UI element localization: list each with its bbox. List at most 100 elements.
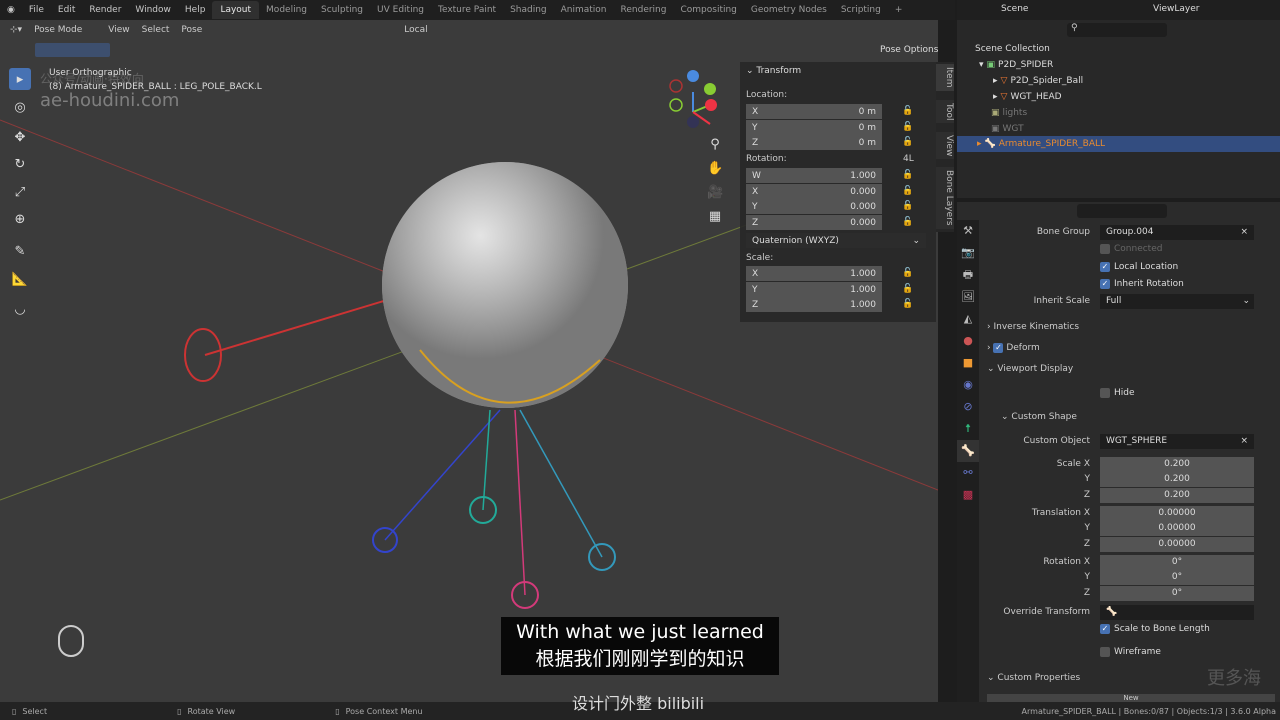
annotate-tool-icon[interactable]: ✎: [9, 240, 31, 262]
lock-icon[interactable]: 🔓: [902, 299, 913, 309]
outliner-lights[interactable]: ▣ lights: [957, 105, 1280, 121]
menu-help[interactable]: Help: [178, 5, 213, 15]
menu-render[interactable]: Render: [82, 5, 128, 15]
grid-icon[interactable]: ▦: [707, 205, 723, 229]
tab-animation[interactable]: Animation: [554, 5, 614, 15]
tab-item[interactable]: Item: [936, 64, 954, 91]
tool-tab-icon[interactable]: ⚒: [957, 220, 979, 242]
lock-icon[interactable]: 🔓: [902, 217, 913, 227]
custom-rotation-x-field[interactable]: 0°: [1100, 555, 1254, 570]
tab-rendering[interactable]: Rendering: [614, 5, 674, 15]
transform-header[interactable]: ⌄ Transform: [746, 66, 801, 76]
inherit-rotation-checkbox[interactable]: ✓ Inherit Rotation: [1100, 279, 1184, 289]
scale-y-field[interactable]: Y 1.000: [746, 282, 882, 297]
pose-options-dropdown[interactable]: Pose Options: [880, 45, 938, 55]
location-x-field[interactable]: X 0 m: [746, 104, 882, 119]
properties-search-input[interactable]: [1077, 204, 1167, 218]
tab-sculpting[interactable]: Sculpting: [314, 5, 370, 15]
hide-checkbox[interactable]: Hide: [1100, 388, 1135, 398]
object-tab-icon[interactable]: ■: [957, 352, 979, 374]
tab-compositing[interactable]: Compositing: [673, 5, 743, 15]
world-tab-icon[interactable]: ●: [957, 330, 979, 352]
override-transform-field[interactable]: 🦴: [1100, 605, 1254, 620]
lock-icon[interactable]: 🔓: [902, 284, 913, 294]
tab-uv-editing[interactable]: UV Editing: [370, 5, 431, 15]
blender-logo-icon[interactable]: ◉: [0, 5, 22, 15]
tab-tool[interactable]: Tool: [936, 100, 954, 124]
physics-tab-icon[interactable]: ◉: [957, 374, 979, 396]
menu-pose[interactable]: Pose: [181, 25, 202, 35]
new-property-button[interactable]: New: [987, 694, 1275, 702]
scene-field[interactable]: Scene: [1001, 4, 1028, 14]
lock-icon[interactable]: 🔓: [902, 122, 913, 132]
select-box-tool-icon[interactable]: ▸: [9, 68, 31, 90]
custom-scale-x-field[interactable]: 0.200: [1100, 457, 1254, 472]
lock-icon[interactable]: 🔓: [902, 170, 913, 180]
mode-dropdown[interactable]: Pose Mode: [34, 25, 82, 35]
transform-tool-icon[interactable]: ⊕: [9, 208, 31, 230]
viewport-display-panel[interactable]: ⌄ Viewport Display: [987, 364, 1073, 374]
custom-scale-y-field[interactable]: 0.200: [1100, 472, 1254, 487]
move-tool-icon[interactable]: ✥: [9, 126, 31, 148]
menu-edit[interactable]: Edit: [51, 5, 82, 15]
menu-select[interactable]: Select: [142, 25, 170, 35]
view-layer-field[interactable]: ViewLayer: [1153, 4, 1199, 14]
output-tab-icon[interactable]: 🖶: [957, 264, 979, 286]
cursor-tool-icon[interactable]: ◎: [9, 96, 31, 118]
tab-texture-paint[interactable]: Texture Paint: [431, 5, 503, 15]
rotate-tool-icon[interactable]: ↻: [9, 153, 31, 175]
rotation-mode-dropdown[interactable]: Quaternion (WXYZ) ⌄: [746, 233, 926, 248]
local-location-checkbox[interactable]: ✓ Local Location: [1100, 262, 1178, 272]
orientation-dropdown[interactable]: Local: [404, 25, 427, 35]
outliner-p2d-spider[interactable]: ▾ ▣ P2D_SPIDER: [957, 57, 1280, 73]
menu-file[interactable]: File: [22, 5, 51, 15]
wireframe-checkbox[interactable]: Wireframe: [1100, 647, 1161, 657]
bone-tab-icon[interactable]: 🦴: [957, 440, 979, 462]
clear-icon[interactable]: ×: [1240, 434, 1254, 449]
tab-bone-layers[interactable]: Bone Layers: [936, 167, 954, 229]
translation-y-field[interactable]: 0.00000: [1100, 521, 1254, 536]
custom-shape-panel[interactable]: ⌄ Custom Shape: [1001, 412, 1077, 422]
rotation-z-field[interactable]: Z 0.000: [746, 215, 882, 230]
custom-rotation-y-field[interactable]: 0°: [1100, 570, 1254, 585]
constraints-tab-icon[interactable]: ⊘: [957, 396, 979, 418]
translation-x-field[interactable]: 0.00000: [1100, 506, 1254, 521]
tab-geometry-nodes[interactable]: Geometry Nodes: [744, 5, 834, 15]
measure-tool-icon[interactable]: 📐: [9, 268, 31, 290]
outliner-wgt-head[interactable]: ▸ ▽ WGT_HEAD: [957, 89, 1280, 105]
inverse-kinematics-panel[interactable]: › Inverse Kinematics: [987, 322, 1079, 332]
outliner-p2d-spider-ball[interactable]: ▸ ▽ P2D_Spider_Ball: [957, 73, 1280, 89]
tab-scripting[interactable]: Scripting: [834, 5, 888, 15]
editor-type-icon[interactable]: ⊹▾: [10, 25, 22, 35]
rotation-lock-4l[interactable]: 4L: [903, 154, 914, 164]
tab-view[interactable]: View: [936, 132, 954, 160]
scene-tab-icon[interactable]: ◭: [957, 308, 979, 330]
bone-constraint-tab-icon[interactable]: ⚯: [957, 462, 979, 484]
camera-icon[interactable]: 🎥: [707, 181, 723, 205]
custom-object-field[interactable]: WGT_SPHERE ×: [1100, 434, 1254, 449]
outliner-armature-spider-ball[interactable]: ▸ 🦴 Armature_SPIDER_BALL: [957, 136, 1280, 152]
rotation-y-field[interactable]: Y 0.000: [746, 199, 882, 214]
outliner-wgt[interactable]: ▣ WGT: [957, 121, 1280, 137]
location-z-field[interactable]: Z 0 m: [746, 135, 882, 150]
tab-layout[interactable]: Layout: [212, 1, 260, 19]
lock-icon[interactable]: 🔓: [902, 106, 913, 116]
scale-z-field[interactable]: Z 1.000: [746, 297, 882, 312]
lock-icon[interactable]: 🔓: [902, 186, 913, 196]
selection-mode-buttons[interactable]: [35, 43, 110, 57]
tab-shading[interactable]: Shading: [503, 5, 554, 15]
scale-tool-icon[interactable]: ⤢: [9, 181, 31, 203]
rotation-x-field[interactable]: X 0.000: [746, 184, 882, 199]
zoom-icon[interactable]: ⚲: [707, 133, 723, 157]
bone-group-field[interactable]: Group.004 ×: [1100, 225, 1254, 240]
custom-rotation-z-field[interactable]: 0°: [1100, 586, 1254, 601]
custom-properties-panel[interactable]: ⌄ Custom Properties: [987, 673, 1080, 683]
clear-icon[interactable]: ×: [1240, 225, 1254, 240]
armature-tab-icon[interactable]: ☨: [957, 418, 979, 440]
texture-tab-icon[interactable]: ▩: [957, 484, 979, 506]
menu-window[interactable]: Window: [128, 5, 178, 15]
view-layer-tab-icon[interactable]: 🖼: [957, 286, 979, 308]
translation-z-field[interactable]: 0.00000: [1100, 537, 1254, 552]
scale-to-bone-length-checkbox[interactable]: ✓ Scale to Bone Length: [1100, 624, 1210, 634]
relax-pose-tool-icon[interactable]: ◡: [9, 298, 31, 320]
